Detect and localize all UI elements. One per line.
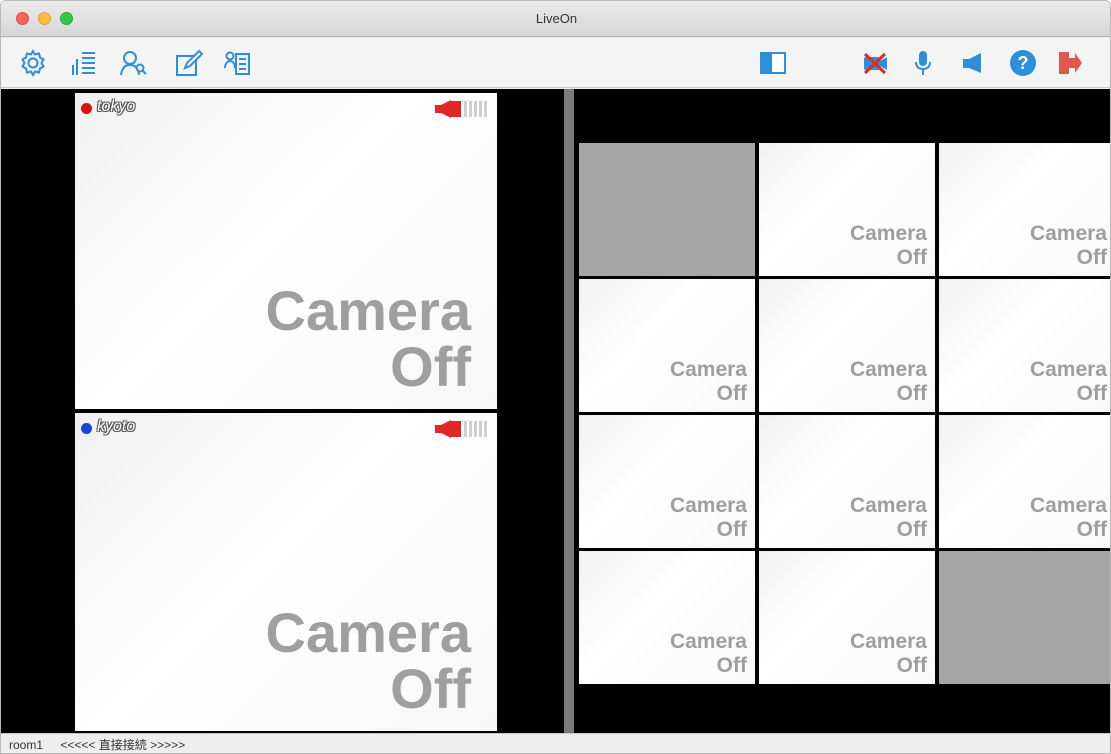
grid-tile[interactable]: Camera Off <box>579 279 755 412</box>
gear-icon[interactable] <box>17 47 49 79</box>
toolbar: ? <box>1 38 1110 88</box>
camera-off-line1: Camera <box>849 494 927 517</box>
grid-tile[interactable]: Camera Off <box>579 415 755 548</box>
camera-off-line2: Off <box>390 335 471 398</box>
camera-off-line1: Camera <box>849 630 927 653</box>
title-bar: LiveOn <box>1 1 1110 37</box>
camera-off-line2: Off <box>896 654 927 677</box>
app-window: LiveOn ? tokyo Camera Off kyoto Camera O… <box>0 0 1111 754</box>
participant-name: kyoto <box>97 418 136 435</box>
window-title: LiveOn <box>535 11 578 26</box>
camera-off-line2: Off <box>1076 518 1107 541</box>
camera-off-line1: Camera <box>849 222 927 245</box>
camera-off-label: Camera Off <box>266 605 471 717</box>
camera-off-label: Camera Off <box>850 630 927 678</box>
camera-off-line2: Off <box>896 382 927 405</box>
camera-off-line1: Camera <box>265 601 471 664</box>
layout-toggle-icon[interactable] <box>757 47 789 79</box>
camera-muted-icon[interactable] <box>859 47 891 79</box>
camera-off-line1: Camera <box>849 358 927 381</box>
connection-status: <<<<< 直接接続 >>>>> <box>60 738 186 752</box>
camera-off-line2: Off <box>390 657 471 720</box>
camera-off-line2: Off <box>896 518 927 541</box>
camera-off-line2: Off <box>896 246 927 269</box>
help-icon[interactable]: ? <box>1007 47 1039 79</box>
microphone-icon[interactable] <box>907 47 939 79</box>
camera-off-line1: Camera <box>669 494 747 517</box>
camera-off-line2: Off <box>1076 246 1107 269</box>
video-area: tokyo Camera Off kyoto Camera Off Camera… <box>1 89 1110 733</box>
camera-off-label: Camera Off <box>850 222 927 270</box>
grid-tile[interactable]: Camera Off <box>759 551 935 684</box>
grid-tile[interactable]: Camera Off <box>939 415 1110 548</box>
exit-icon[interactable] <box>1053 47 1085 79</box>
status-bar: room1 <<<<< 直接接続 >>>>> <box>1 733 1110 753</box>
volume-speaker-icon[interactable] <box>433 99 491 119</box>
svg-text:?: ? <box>1018 53 1029 73</box>
status-dot <box>81 103 92 114</box>
volume-speaker-icon[interactable] <box>433 419 491 439</box>
grid-tile[interactable]: Camera Off <box>579 551 755 684</box>
camera-off-line1: Camera <box>669 630 747 653</box>
camera-off-label: Camera Off <box>670 358 747 406</box>
camera-off-line1: Camera <box>669 358 747 381</box>
camera-off-line1: Camera <box>1029 494 1107 517</box>
participant-name: tokyo <box>97 98 136 115</box>
camera-off-label: Camera Off <box>850 358 927 406</box>
grid-tile-empty <box>579 143 755 276</box>
camera-off-label: Camera Off <box>850 494 927 542</box>
camera-off-label: Camera Off <box>1030 494 1107 542</box>
member-list-icon[interactable] <box>221 47 253 79</box>
grid-tile[interactable]: Camera Off <box>939 143 1110 276</box>
grid-tile[interactable]: Camera Off <box>939 279 1110 412</box>
camera-off-line1: Camera <box>1029 358 1107 381</box>
camera-off-line1: Camera <box>265 279 471 342</box>
grid-tile-empty <box>939 551 1110 684</box>
camera-off-label: Camera Off <box>670 630 747 678</box>
room-name: room1 <box>9 738 44 752</box>
camera-off-line1: Camera <box>1029 222 1107 245</box>
camera-off-line2: Off <box>716 654 747 677</box>
speaker-icon[interactable] <box>957 47 989 79</box>
camera-off-label: Camera Off <box>1030 222 1107 270</box>
camera-off-label: Camera Off <box>266 283 471 395</box>
camera-off-label: Camera Off <box>1030 358 1107 406</box>
user-search-icon[interactable] <box>117 47 149 79</box>
camera-off-line2: Off <box>716 382 747 405</box>
camera-off-line2: Off <box>1076 382 1107 405</box>
panel-divider[interactable] <box>564 89 574 733</box>
participant-tile-kyoto[interactable]: kyoto Camera Off <box>75 413 497 731</box>
status-dot <box>81 423 92 434</box>
grid-tile[interactable]: Camera Off <box>759 415 935 548</box>
grid-tile[interactable]: Camera Off <box>759 143 935 276</box>
participant-tile-tokyo[interactable]: tokyo Camera Off <box>75 93 497 409</box>
camera-off-line2: Off <box>716 518 747 541</box>
grid-tile[interactable]: Camera Off <box>759 279 935 412</box>
edit-icon[interactable] <box>173 47 205 79</box>
level-meter-icon[interactable] <box>67 47 99 79</box>
camera-off-label: Camera Off <box>670 494 747 542</box>
